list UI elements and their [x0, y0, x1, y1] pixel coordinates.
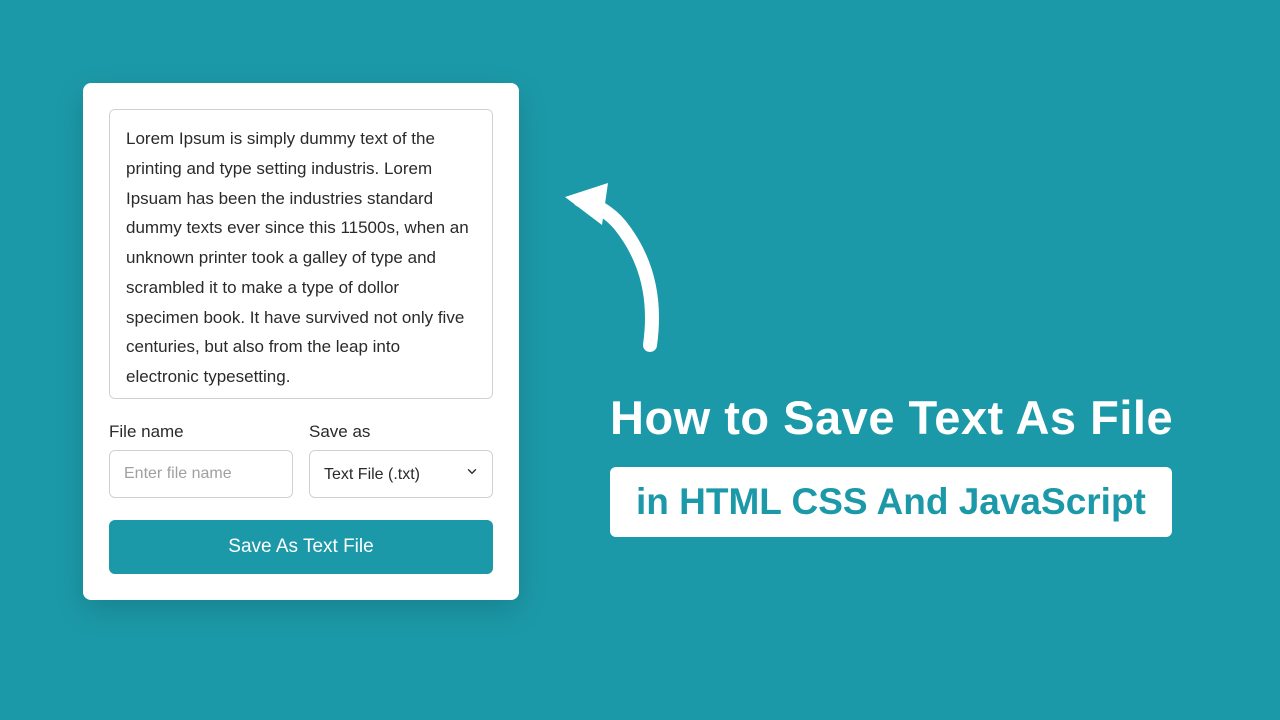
saveas-group: Save as Text File (.txt): [309, 422, 493, 498]
save-button[interactable]: Save As Text File: [109, 520, 493, 574]
filename-group: File name: [109, 422, 293, 498]
saveas-select[interactable]: Text File (.txt): [309, 450, 493, 498]
promo-headline: How to Save Text As File: [610, 390, 1173, 445]
options-row: File name Save as Text File (.txt): [109, 422, 493, 498]
filename-input[interactable]: [109, 450, 293, 498]
saveas-label: Save as: [309, 422, 493, 442]
content-textarea[interactable]: Lorem Ipsum is simply dummy text of the …: [109, 109, 493, 399]
arrow-icon: [560, 175, 700, 360]
save-file-card: Lorem Ipsum is simply dummy text of the …: [83, 83, 519, 600]
promo-subtitle: in HTML CSS And JavaScript: [610, 467, 1172, 537]
saveas-select-wrapper: Text File (.txt): [309, 450, 493, 498]
promo-container: How to Save Text As File in HTML CSS And…: [610, 390, 1173, 537]
filename-label: File name: [109, 422, 293, 442]
